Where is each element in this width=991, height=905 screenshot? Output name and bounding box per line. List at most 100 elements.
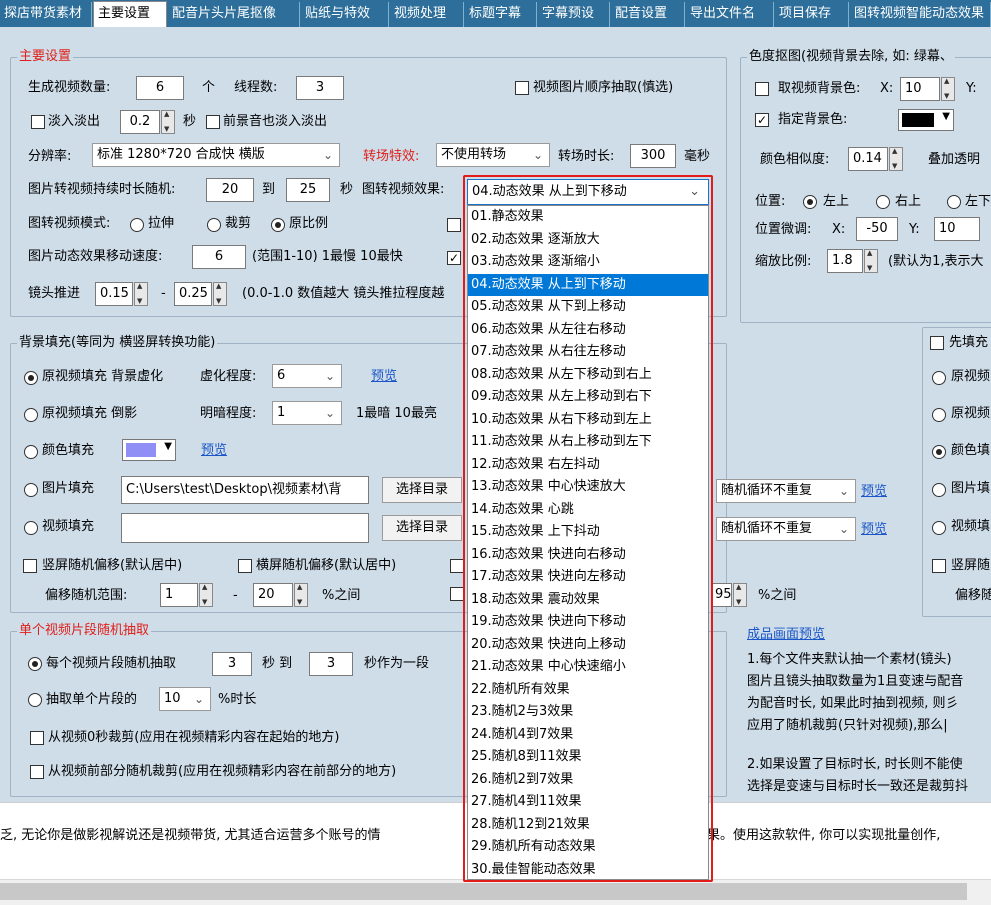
each-radio[interactable] <box>28 657 42 671</box>
tab-export-name[interactable]: 导出文件名 <box>686 2 774 27</box>
effect-option[interactable]: 25.随机8到11效果 <box>468 746 708 769</box>
effect-option[interactable]: 26.随机2到7效果 <box>468 769 708 792</box>
v-offset-checkbox[interactable] <box>23 559 37 573</box>
fine-x-input[interactable]: -50 <box>856 217 898 241</box>
speed-input[interactable]: 6 <box>192 245 246 269</box>
range-max-spinner[interactable] <box>294 583 308 607</box>
effect-option[interactable]: 29.随机所有动态效果 <box>468 836 708 859</box>
tab-main-settings[interactable]: 主要设置 <box>93 1 167 27</box>
blur-preview-link[interactable]: 预览 <box>371 368 397 386</box>
fade-checkbox[interactable] <box>31 115 45 129</box>
effect-option[interactable]: 07.动态效果 从右往左移动 <box>468 341 708 364</box>
effect-option[interactable]: 12.动态效果 右左抖动 <box>468 454 708 477</box>
push-max-input[interactable]: 0.25 <box>174 282 212 306</box>
horizontal-scrollbar[interactable] <box>0 879 991 905</box>
tab-video-process[interactable]: 视频处理 <box>390 2 464 27</box>
img-duration-max[interactable]: 25 <box>286 178 330 202</box>
blur-select[interactable]: 6 ⌄ <box>272 364 342 388</box>
push-max-spinner[interactable] <box>213 282 227 306</box>
effect-option[interactable]: 01.静态效果 <box>468 206 708 229</box>
effect-option[interactable]: 28.随机12到21效果 <box>468 814 708 837</box>
x-input[interactable]: 10 <box>900 77 940 101</box>
effect-option[interactable]: 08.动态效果 从左下移动到右上 <box>468 364 708 387</box>
choose-dir-button-2[interactable]: 选择目录 <box>382 515 462 541</box>
effect-option[interactable]: 05.动态效果 从下到上移动 <box>468 296 708 319</box>
effect-option[interactable]: 17.动态效果 快进向左移动 <box>468 566 708 589</box>
effect-option[interactable]: 13.动态效果 中心快速放大 <box>468 476 708 499</box>
right-checkbox-6[interactable] <box>932 559 946 573</box>
assign-bg-checkbox[interactable]: ✓ <box>755 113 769 127</box>
hidden-checkbox-1[interactable] <box>447 218 461 232</box>
image-preview-link[interactable]: 预览 <box>861 483 887 501</box>
bgm-fade-checkbox[interactable] <box>206 115 220 129</box>
tab-dubbing[interactable]: 配音片头片尾抠像 <box>168 2 300 27</box>
color-fill-radio[interactable] <box>24 445 38 459</box>
image-fill-radio[interactable] <box>24 483 38 497</box>
push-min-spinner[interactable] <box>134 282 148 306</box>
each-max-input[interactable]: 3 <box>309 652 353 676</box>
color-preview-link[interactable]: 预览 <box>201 442 227 460</box>
similar-input[interactable]: 0.14 <box>848 147 888 171</box>
range-min-spinner[interactable] <box>199 583 213 607</box>
range-max-input[interactable]: 20 <box>253 583 293 607</box>
mode-crop-radio[interactable] <box>207 218 221 232</box>
fine-y-input[interactable]: 10 <box>934 217 980 241</box>
effect-option[interactable]: 24.随机4到7效果 <box>468 724 708 747</box>
seq-checkbox[interactable] <box>515 81 529 95</box>
h-offset-checkbox[interactable] <box>238 559 252 573</box>
push-min-input[interactable]: 0.15 <box>95 282 133 306</box>
choose-dir-button[interactable]: 选择目录 <box>382 477 462 503</box>
mode-stretch-radio[interactable] <box>130 218 144 232</box>
fill-color-picker[interactable]: ▼ <box>122 439 176 461</box>
loop-select-2[interactable]: 随机循环不重复 ⌄ <box>716 517 856 541</box>
loop-select-1[interactable]: 随机循环不重复 ⌄ <box>716 479 856 503</box>
effect-option[interactable]: 20.动态效果 快进向上移动 <box>468 634 708 657</box>
effect-option[interactable]: 18.动态效果 震动效果 <box>468 589 708 612</box>
tab-img-to-video[interactable]: 图转视频智能动态效果 <box>850 2 991 27</box>
hidden-checkbox-4[interactable] <box>450 587 464 601</box>
resolution-select[interactable]: 标准 1280*720 合成快 横版 ⌄ <box>92 143 340 167</box>
pos-bl-radio[interactable] <box>947 195 961 209</box>
pos-tl-radio[interactable] <box>803 195 817 209</box>
video-fill-radio[interactable] <box>24 521 38 535</box>
tab-dub-settings[interactable]: 配音设置 <box>611 2 685 27</box>
right-radio-3[interactable] <box>932 445 946 459</box>
effect-option[interactable]: 15.动态效果 上下抖动 <box>468 521 708 544</box>
each-min-input[interactable]: 3 <box>212 652 252 676</box>
take-bg-checkbox[interactable] <box>755 82 769 96</box>
transition-select[interactable]: 不使用转场 ⌄ <box>436 143 550 167</box>
range-right-input[interactable]: 95 <box>712 583 732 607</box>
tab-project-save[interactable]: 项目保存 <box>775 2 849 27</box>
mode-ratio-radio[interactable] <box>271 218 285 232</box>
fade-input[interactable]: 0.2 <box>120 110 160 134</box>
effect-option[interactable]: 02.动态效果 逐渐放大 <box>468 229 708 252</box>
effect-option[interactable]: 19.动态效果 快进向下移动 <box>468 611 708 634</box>
effect-select[interactable]: 04.动态效果 从上到下移动 ⌄ <box>467 179 709 205</box>
effect-option-selected[interactable]: 04.动态效果 从上到下移动 <box>468 273 708 296</box>
from-front-checkbox[interactable] <box>30 765 44 779</box>
tab-store[interactable]: 探店带货素材 <box>0 2 92 27</box>
range-min-input[interactable]: 1 <box>160 583 198 607</box>
hidden-checkbox-2[interactable]: ✓ <box>447 251 461 265</box>
single-radio[interactable] <box>28 693 42 707</box>
effect-option[interactable]: 03.动态效果 逐渐缩小 <box>468 251 708 274</box>
img-duration-min[interactable]: 20 <box>206 178 254 202</box>
right-radio-4[interactable] <box>932 483 946 497</box>
effect-option[interactable]: 14.动态效果 心跳 <box>468 499 708 522</box>
count-input[interactable]: 6 <box>136 76 184 100</box>
image-path-input[interactable]: C:\Users\test\Desktop\视频素材\背 <box>121 476 369 504</box>
effect-option[interactable]: 27.随机4到11效果 <box>468 791 708 814</box>
right-radio-5[interactable] <box>932 521 946 535</box>
right-radio-1[interactable] <box>932 371 946 385</box>
color-picker[interactable]: ▼ <box>898 109 954 131</box>
effect-option[interactable]: 23.随机2与3效果 <box>468 701 708 724</box>
right-radio-2[interactable] <box>932 408 946 422</box>
bright-select[interactable]: 1 ⌄ <box>272 401 342 425</box>
effect-option[interactable]: 30.最佳智能动态效果 <box>468 859 708 882</box>
effect-option[interactable]: 22.随机所有效果 <box>468 679 708 702</box>
effect-option[interactable]: 09.动态效果 从左上移动到右下 <box>468 386 708 409</box>
video-preview-link[interactable]: 预览 <box>861 521 887 539</box>
effect-option[interactable]: 10.动态效果 从右下移动到左上 <box>468 409 708 432</box>
effect-option[interactable]: 21.动态效果 中心快速缩小 <box>468 656 708 679</box>
scrollbar-thumb[interactable] <box>0 883 967 900</box>
